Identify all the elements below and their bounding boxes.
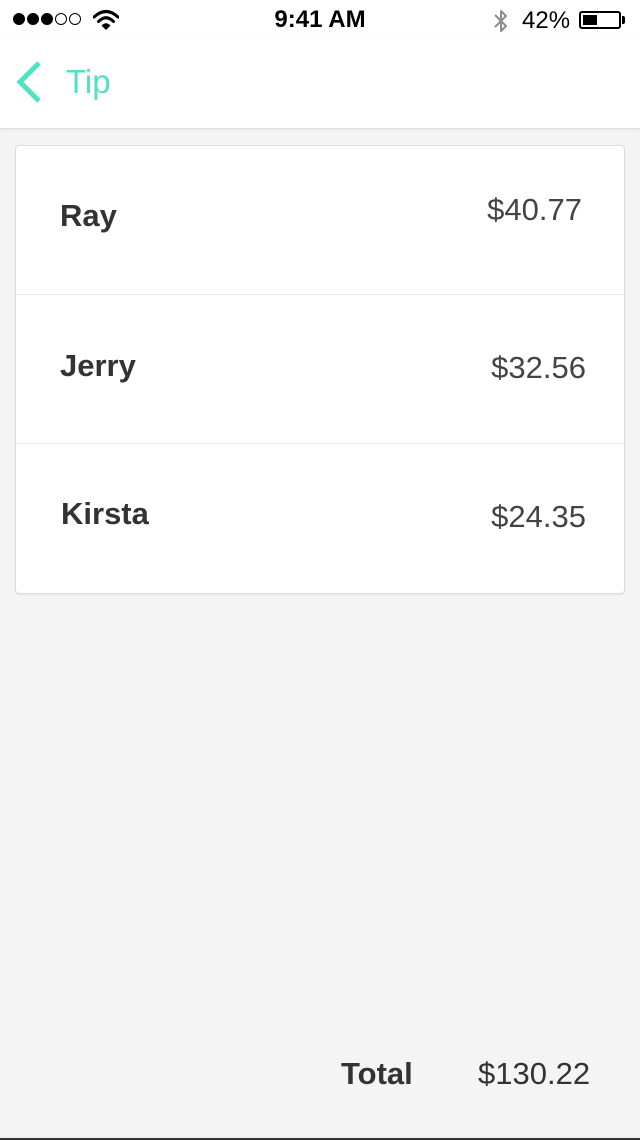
person-name: Kirsta bbox=[61, 496, 149, 531]
battery-tip bbox=[622, 16, 625, 24]
back-label: Tip bbox=[66, 63, 111, 100]
chevron-left-icon bbox=[16, 61, 41, 103]
bluetooth-icon bbox=[494, 10, 507, 32]
person-amount: $32.56 bbox=[491, 350, 586, 385]
list-item[interactable]: Jerry $32.56 bbox=[16, 295, 624, 444]
total-value: $130.22 bbox=[478, 1056, 591, 1091]
person-amount: $40.77 bbox=[487, 192, 582, 227]
person-name: Jerry bbox=[60, 348, 136, 383]
battery-icon bbox=[579, 11, 621, 29]
person-amount: $24.35 bbox=[491, 499, 586, 534]
total-label: Total bbox=[341, 1056, 413, 1091]
battery-percent: 42% bbox=[522, 7, 571, 34]
person-name: Ray bbox=[60, 198, 117, 233]
battery-level bbox=[583, 15, 597, 25]
split-list: Ray $40.77 Jerry $32.56 Kirsta $24.35 bbox=[15, 145, 625, 594]
status-bar: 9:41 AM 42% bbox=[0, 0, 640, 40]
list-item[interactable]: Ray $40.77 bbox=[16, 146, 624, 295]
nav-bar: Tip bbox=[0, 40, 640, 129]
list-item[interactable]: Kirsta $24.35 bbox=[16, 444, 624, 593]
back-button[interactable]: Tip bbox=[14, 58, 111, 106]
